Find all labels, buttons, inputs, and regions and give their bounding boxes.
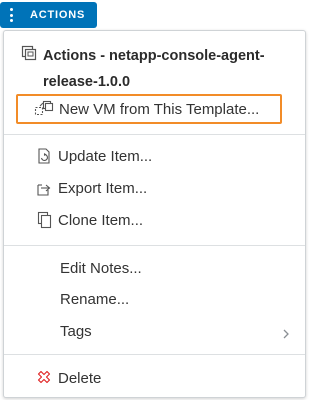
- menu-item-edit-notes[interactable]: Edit Notes...: [4, 253, 305, 283]
- menu-divider: [4, 354, 305, 355]
- menu-item-clone-item[interactable]: Clone Item...: [4, 205, 305, 235]
- menu-item-update-item[interactable]: Update Item...: [4, 141, 305, 171]
- menu-divider: [4, 245, 305, 246]
- menu-item-rename[interactable]: Rename...: [4, 284, 305, 314]
- menu-title: Actions - netapp-console-agent-release-1…: [43, 48, 265, 90]
- menu-item-label: New VM from This Template...: [59, 100, 260, 118]
- vm-template-icon: [21, 45, 37, 61]
- vertical-ellipsis-icon: [5, 7, 17, 23]
- clone-item-icon: [34, 210, 54, 230]
- chevron-right-icon: [281, 326, 291, 339]
- menu-item-label: Tags: [60, 322, 92, 340]
- menu-item-label: Edit Notes...: [60, 259, 142, 277]
- menu-item-new-vm-from-template[interactable]: New VM from This Template...: [16, 94, 282, 124]
- delete-icon: [34, 368, 54, 388]
- menu-item-label: Clone Item...: [58, 211, 144, 229]
- menu-item-label: Export Item...: [58, 179, 148, 197]
- actions-button[interactable]: ACTIONS: [0, 2, 97, 28]
- menu-divider: [4, 134, 305, 135]
- menu-item-tags[interactable]: Tags: [4, 316, 305, 346]
- menu-header: Actions - netapp-console-agent-release-1…: [4, 40, 305, 90]
- update-item-icon: [34, 146, 54, 166]
- menu-item-delete[interactable]: Delete: [4, 363, 305, 393]
- menu-item-label: Rename...: [60, 290, 130, 308]
- new-vm-from-template-icon: [34, 99, 54, 119]
- menu-item-label: Delete: [58, 369, 102, 387]
- menu-item-label: Update Item...: [58, 147, 153, 165]
- actions-button-label: ACTIONS: [30, 9, 86, 21]
- export-item-icon: [34, 178, 54, 198]
- actions-dropdown-menu: Actions - netapp-console-agent-release-1…: [3, 30, 306, 398]
- menu-item-export-item[interactable]: Export Item...: [4, 173, 305, 203]
